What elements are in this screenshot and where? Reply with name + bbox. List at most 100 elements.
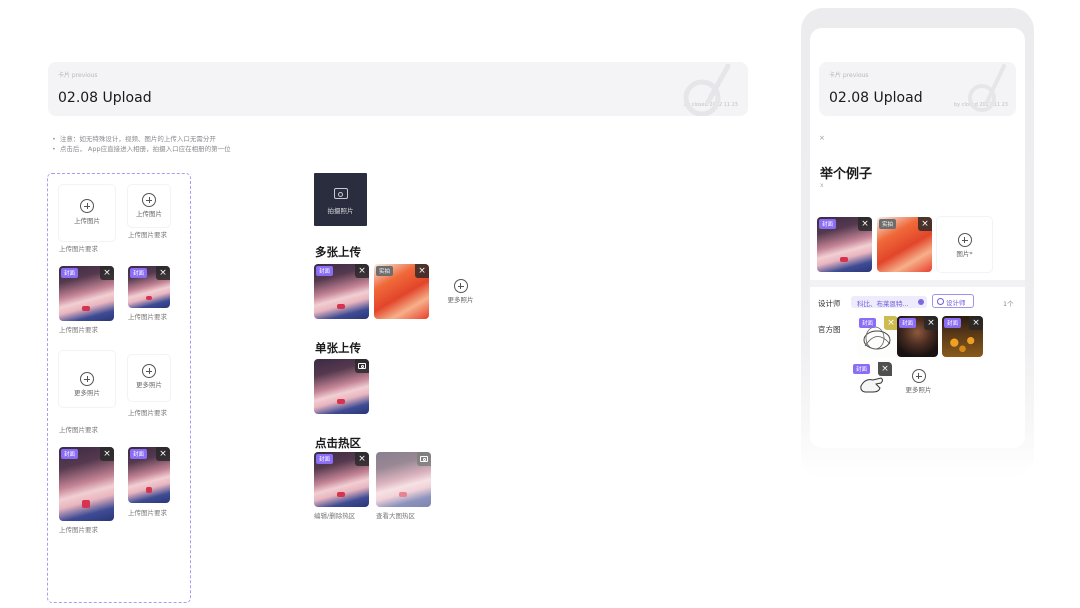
close-icon[interactable]: × [884,316,898,330]
photo-thumbnail[interactable]: 封面 × [128,266,170,308]
close-icon[interactable]: × [878,362,892,376]
page-title: 02.08 Upload [829,90,923,106]
close-icon[interactable]: × [355,264,369,278]
add-icon [911,369,926,383]
photo-thumbnail[interactable]: 封面 × [897,316,938,357]
more-photos-slot[interactable]: 更多照片 [433,264,488,319]
upload-requirement: 上传图片要求 [59,426,98,434]
more-photos-slot-small[interactable]: 更多照片 [128,355,170,401]
add-icon [142,193,156,207]
cover-badge: 封面 [61,449,79,459]
upload-image-slot[interactable]: 上传图片 [59,185,115,241]
photo-thumbnail[interactable]: 封面 × [851,362,892,398]
sub-mark: x [820,182,824,189]
hotspot-title: 点击热区 [315,436,361,450]
upload-requirement: 上传图片要求 [128,509,167,517]
add-designer-label: 设计师 [946,299,966,307]
designer-tag-text: 科比、布莱恩特... [857,300,909,308]
close-icon[interactable]: × [924,316,938,330]
watermark-icon [968,64,1006,112]
upload-requirement: 上传图片要求 [59,526,98,534]
cover-badge: 封面 [819,219,837,229]
close-icon[interactable]: × [819,134,825,142]
upload-requirement: 上传图片要求 [128,409,167,417]
upload-requirement: 上传图片要求 [59,326,98,334]
photo-thumbnail[interactable]: 实拍 × [877,217,932,272]
upload-requirement: 上传图片要求 [128,231,167,239]
slot-label: 图片* [956,250,973,258]
add-icon [80,199,94,213]
slot-label: 更多照片 [447,296,474,304]
close-icon[interactable]: × [858,217,872,231]
photo-thumbnail[interactable]: 封面 × [857,316,898,357]
photo-thumbnail[interactable]: 封面 × [59,266,114,321]
close-icon[interactable]: × [918,217,932,231]
photo-thumbnail[interactable]: 封面 × [817,217,872,272]
official-label: 官方图 [818,325,841,334]
slot-label: 上传图片 [136,210,162,218]
cover-badge: 封面 [61,268,79,278]
more-photos-slot[interactable]: 更多照片 [898,362,939,398]
take-photo-label: 拍摄照片 [327,207,354,215]
photo-thumbnail[interactable]: 封面 × [128,447,170,503]
slot-label: 更多照片 [905,386,932,394]
more-photos-slot[interactable]: 更多照片 [59,351,115,407]
add-image-slot[interactable]: 图片* [937,217,992,272]
note-line: 注意：如无特殊设计，视频、图片的上传入口无需分开 [52,134,231,144]
add-circle-icon [937,298,944,305]
upload-requirement: 上传图片要求 [128,313,167,321]
notes: 注意：如无特殊设计，视频、图片的上传入口无需分开 点击后， App应直接进入相册… [52,134,231,154]
camera-icon [333,188,348,199]
breadcrumb: 卡片 previous [58,72,98,79]
page-title: 02.08 Upload [58,90,152,106]
edit-delete-hotspot-label: 编辑/删除热区 [314,512,356,520]
cover-badge: 封面 [899,318,917,328]
camera-icon[interactable] [417,452,431,466]
close-icon[interactable]: × [100,266,114,280]
photo-thumbnail[interactable]: 封面 × [942,316,983,357]
upload-requirement: 上传图片要求 [59,245,98,253]
photo-thumbnail[interactable] [376,452,431,507]
add-icon [80,372,94,386]
cover-badge: 封面 [130,449,148,459]
slot-label: 更多照片 [136,381,162,389]
phone-mockup: 卡片 previous 02.08 Upload by closed 2022 … [801,8,1034,478]
cover-badge: 封面 [316,454,334,464]
close-icon[interactable]: × [156,266,170,280]
live-badge: 实拍 [879,219,897,229]
camera-icon[interactable] [355,359,369,373]
photo-thumbnail[interactable] [314,359,369,414]
add-icon [142,364,156,378]
cover-badge: 封面 [853,364,871,374]
view-large-hotspot-label: 查看大图热区 [376,512,415,520]
cover-badge: 封面 [130,268,148,278]
remove-tag-icon[interactable] [918,299,924,305]
watermark-icon [683,63,731,116]
designer-label: 设计师 [818,299,841,308]
header-card: 卡片 previous 02.08 Upload by closed 2022 … [48,62,748,116]
photo-thumbnail[interactable]: 实拍 × [374,264,429,319]
upload-image-slot-small[interactable]: 上传图片 [128,185,170,227]
section-divider [810,280,1025,287]
slot-label: 更多照片 [74,389,100,397]
photo-thumbnail[interactable]: 封面 × [314,452,369,507]
phone-header-card: 卡片 previous 02.08 Upload by closed 2022 … [819,62,1016,116]
close-icon[interactable]: × [355,452,369,466]
multi-upload-title: 多张上传 [315,245,361,259]
take-photo-tile[interactable]: 拍摄照片 [314,173,367,226]
add-icon [957,233,972,247]
photo-thumbnail[interactable]: 封面 × [314,264,369,319]
designer-count: 1个 [1003,300,1014,308]
note-line: 点击后， App应直接进入相册，拍摄入口应在相册的第一位 [52,144,231,154]
cover-badge: 封面 [859,318,877,328]
photo-thumbnail[interactable]: 封面 × [59,447,114,521]
close-icon[interactable]: × [100,447,114,461]
close-icon[interactable]: × [969,316,983,330]
cover-badge: 封面 [316,266,334,276]
close-icon[interactable]: × [415,264,429,278]
add-designer-button[interactable]: 设计师 [932,294,974,308]
slot-label: 上传图片 [74,217,100,225]
designer-tag[interactable]: 科比、布莱恩特... [851,296,927,308]
close-icon[interactable]: × [156,447,170,461]
example-title: 举个例子 [820,167,873,182]
